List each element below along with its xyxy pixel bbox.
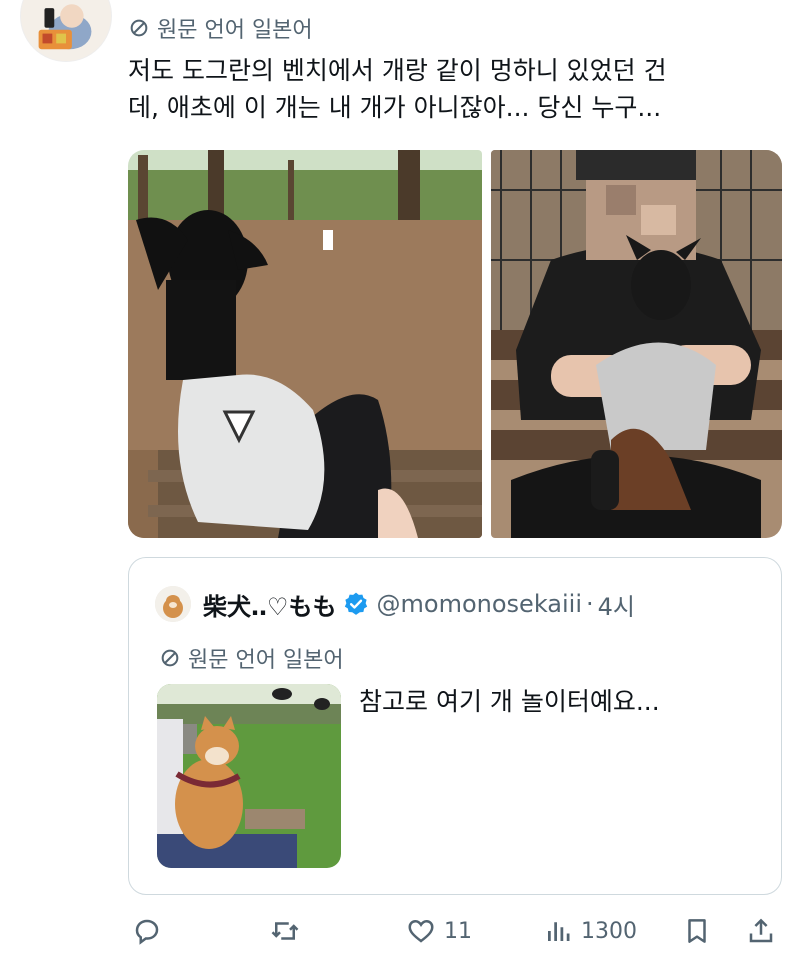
post-photo-2[interactable] xyxy=(491,150,782,538)
quoted-author-name[interactable]: 柴犬‥♡もも xyxy=(203,587,337,622)
heart-icon xyxy=(408,919,434,943)
header-separator: · xyxy=(586,590,594,618)
bookmark-button[interactable] xyxy=(682,908,712,954)
quoted-author-handle[interactable]: @momonosekaiii xyxy=(377,590,582,618)
quoted-author-avatar[interactable] xyxy=(155,586,191,622)
action-bar: 11 1300 xyxy=(0,908,800,954)
post-text: 저도 도그란의 벤치에서 개랑 같이 멍하니 있었던 건 데, 애초에 이 개는… xyxy=(128,52,778,126)
quoted-post-card[interactable]: 柴犬‥♡もも @momonosekaiii · 4시 원문 언어 일본어 참고로… xyxy=(128,557,782,895)
view-count: 1300 xyxy=(581,918,637,944)
reply-icon xyxy=(135,919,159,945)
share-icon xyxy=(749,918,773,943)
post-photo-1[interactable] xyxy=(128,150,482,538)
translate-icon xyxy=(130,19,148,37)
quoted-post-photo[interactable] xyxy=(157,684,341,868)
quoted-post-header: 柴犬‥♡もも @momonosekaiii · 4시 xyxy=(155,586,635,622)
share-button[interactable] xyxy=(746,908,776,954)
quoted-post-text: 참고로 여기 개 놀이터예요... xyxy=(359,687,660,716)
translate-icon xyxy=(161,649,179,667)
retweet-button[interactable] xyxy=(270,908,300,954)
quoted-translate-notice[interactable]: 원문 언어 일본어 xyxy=(159,642,344,674)
views-icon xyxy=(548,922,570,941)
post-text-line: 저도 도그란의 벤치에서 개랑 같이 멍하니 있었던 건 xyxy=(128,56,667,85)
reply-button[interactable] xyxy=(132,908,162,954)
like-count: 11 xyxy=(444,918,472,944)
post-text-line: 데, 애초에 이 개는 내 개가 아니잖아... 당신 누구... xyxy=(128,93,662,122)
views-button[interactable]: 1300 xyxy=(543,908,637,954)
like-button[interactable]: 11 xyxy=(406,908,472,954)
bookmark-icon xyxy=(688,919,706,943)
quoted-post-time[interactable]: 4시 xyxy=(598,587,635,622)
retweet-icon xyxy=(271,922,299,940)
translate-label: 원문 언어 일본어 xyxy=(157,18,313,43)
author-avatar[interactable] xyxy=(20,0,112,62)
translate-notice[interactable]: 원문 언어 일본어 xyxy=(128,12,313,44)
translate-label: 원문 언어 일본어 xyxy=(188,648,344,673)
verified-badge-icon xyxy=(344,592,367,615)
